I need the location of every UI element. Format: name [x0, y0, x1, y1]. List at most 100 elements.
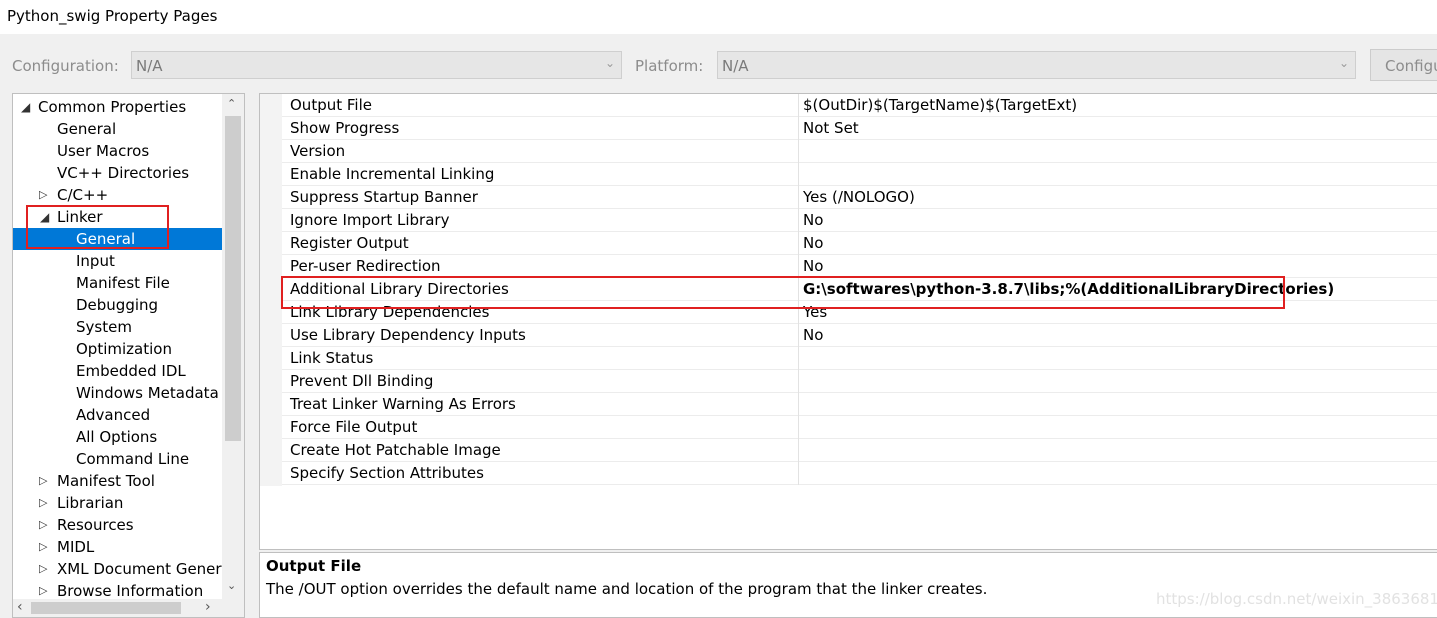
property-grid: Output File $(OutDir)$(TargetName)$(Targe…	[259, 93, 1437, 550]
tree-item[interactable]: ▷ Resources	[13, 514, 222, 536]
tree-item-label: General	[76, 230, 136, 248]
property-name: Use Library Dependency Inputs	[290, 326, 526, 344]
property-row[interactable]: Treat Linker Warning As Errors	[282, 393, 1437, 416]
column-divider	[798, 370, 799, 393]
property-row[interactable]: Per-user Redirection No	[282, 255, 1437, 278]
property-tree: ◢ Common Properties General User Macros VC++…	[12, 93, 245, 618]
collapsed-arrow-icon[interactable]: ▷	[39, 536, 47, 558]
column-divider	[798, 462, 799, 485]
expanded-arrow-icon[interactable]: ◢	[40, 206, 49, 228]
tree-item[interactable]: ▷ MIDL	[13, 536, 222, 558]
expanded-arrow-icon[interactable]: ◢	[21, 96, 30, 118]
tree-item[interactable]: Advanced	[13, 404, 222, 426]
description-panel: Output File The /OUT option overrides th…	[259, 552, 1437, 618]
tree-vertical-scrollbar[interactable]: ⌃ ⌄	[222, 94, 244, 599]
tree-item[interactable]: ▷ Manifest Tool	[13, 470, 222, 492]
property-name: Additional Library Directories	[290, 280, 509, 298]
scroll-thumb[interactable]	[31, 602, 181, 614]
column-divider	[798, 439, 799, 462]
configuration-manager-button[interactable]: Configu	[1370, 49, 1437, 81]
window-title: Python_swig Property Pages	[7, 7, 218, 25]
tree-item[interactable]: ▷ XML Document Genera	[13, 558, 222, 580]
property-row[interactable]: Show Progress Not Set	[282, 117, 1437, 140]
collapsed-arrow-icon[interactable]: ▷	[39, 470, 47, 492]
tree-item[interactable]: General	[13, 118, 222, 140]
property-row[interactable]: Link Status	[282, 347, 1437, 370]
scroll-right-icon[interactable]: ›	[205, 599, 211, 615]
tree-item-label: C/C++	[57, 186, 109, 204]
scroll-thumb[interactable]	[225, 116, 241, 441]
tree-item[interactable]: All Options	[13, 426, 222, 448]
scroll-left-icon[interactable]: ‹	[17, 599, 23, 615]
platform-dropdown[interactable]: N/A ⌄	[717, 51, 1356, 79]
scroll-up-icon[interactable]: ⌃	[227, 97, 236, 110]
property-value[interactable]: $(OutDir)$(TargetName)$(TargetExt)	[803, 94, 1077, 116]
property-name: Force File Output	[290, 418, 418, 436]
collapsed-arrow-icon[interactable]: ▷	[39, 558, 47, 580]
column-divider	[798, 94, 799, 117]
platform-label: Platform:	[635, 57, 704, 75]
tree-item-label: General	[57, 120, 117, 138]
tree-item-label: Optimization	[76, 340, 172, 358]
tree-item-label: Debugging	[76, 296, 159, 314]
property-row[interactable]: Use Library Dependency Inputs No	[282, 324, 1437, 347]
tree-item[interactable]: General	[13, 228, 222, 250]
tree-item[interactable]: System	[13, 316, 222, 338]
property-row[interactable]: Suppress Startup Banner Yes (/NOLOGO)	[282, 186, 1437, 209]
configuration-dropdown[interactable]: N/A ⌄	[131, 51, 622, 79]
property-row[interactable]: Force File Output	[282, 416, 1437, 439]
tree-item[interactable]: ◢ Common Properties	[13, 96, 222, 118]
property-name: Show Progress	[290, 119, 400, 137]
tree-item[interactable]: VC++ Directories	[13, 162, 222, 184]
property-value[interactable]: No	[803, 324, 823, 346]
collapsed-arrow-icon[interactable]: ▷	[39, 492, 47, 514]
tree-item[interactable]: Optimization	[13, 338, 222, 360]
property-row[interactable]: Ignore Import Library No	[282, 209, 1437, 232]
property-row[interactable]: Link Library Dependencies Yes	[282, 301, 1437, 324]
collapsed-arrow-icon[interactable]: ▷	[39, 184, 47, 206]
tree-item-label: XML Document Genera	[57, 560, 222, 578]
property-row[interactable]: Prevent Dll Binding	[282, 370, 1437, 393]
tree-item[interactable]: User Macros	[13, 140, 222, 162]
scroll-down-icon[interactable]: ⌄	[227, 579, 236, 592]
column-divider	[798, 393, 799, 416]
collapsed-arrow-icon[interactable]: ▷	[39, 514, 47, 536]
property-row[interactable]: Version	[282, 140, 1437, 163]
property-value[interactable]: No	[803, 209, 823, 231]
property-name: Output File	[290, 96, 372, 114]
property-value[interactable]: G:\softwares\python-3.8.7\libs;%(Additio…	[803, 278, 1334, 300]
property-row[interactable]: Enable Incremental Linking	[282, 163, 1437, 186]
property-name: Suppress Startup Banner	[290, 188, 478, 206]
property-row[interactable]: Create Hot Patchable Image	[282, 439, 1437, 462]
tree-item[interactable]: Embedded IDL	[13, 360, 222, 382]
property-name: Link Status	[290, 349, 374, 367]
tree-item-label: Input	[76, 252, 115, 270]
column-divider	[798, 255, 799, 278]
property-value[interactable]: Not Set	[803, 117, 859, 139]
tree-item[interactable]: Command Line	[13, 448, 222, 470]
property-value[interactable]: No	[803, 255, 823, 277]
property-value[interactable]: Yes	[803, 301, 827, 323]
tree-item[interactable]: Input	[13, 250, 222, 272]
tree-item[interactable]: Manifest File	[13, 272, 222, 294]
tree-item[interactable]: Debugging	[13, 294, 222, 316]
property-row[interactable]: Output File $(OutDir)$(TargetName)$(Targe…	[282, 94, 1437, 117]
grid-gutter	[260, 94, 282, 486]
tree-item[interactable]: ◢ Linker	[13, 206, 222, 228]
tree-horizontal-scrollbar[interactable]: ‹ ›	[13, 599, 244, 617]
tree-item[interactable]: Windows Metadata	[13, 382, 222, 404]
column-divider	[798, 163, 799, 186]
tree-item[interactable]: ▷ Librarian	[13, 492, 222, 514]
column-divider	[798, 117, 799, 140]
column-divider	[798, 140, 799, 163]
description-title: Output File	[266, 557, 362, 575]
property-row[interactable]: Additional Library Directories G:\softwar…	[282, 278, 1437, 301]
tree-item-label: Librarian	[57, 494, 124, 512]
property-value[interactable]: No	[803, 232, 823, 254]
property-name: Treat Linker Warning As Errors	[290, 395, 516, 413]
chevron-down-icon: ⌄	[1338, 56, 1349, 70]
property-row[interactable]: Specify Section Attributes	[282, 462, 1437, 485]
tree-item[interactable]: ▷ C/C++	[13, 184, 222, 206]
property-value[interactable]: Yes (/NOLOGO)	[803, 186, 915, 208]
property-row[interactable]: Register Output No	[282, 232, 1437, 255]
